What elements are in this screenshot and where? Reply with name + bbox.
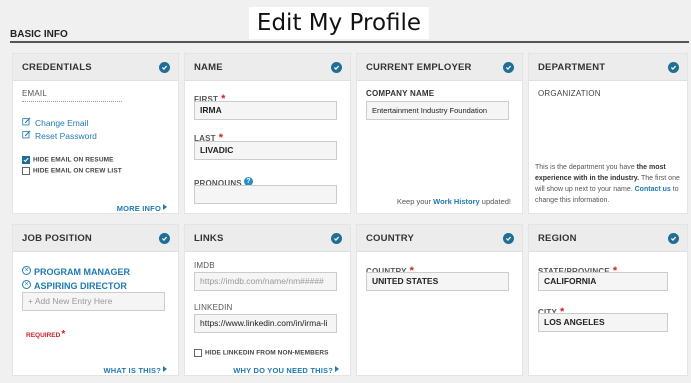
remove-icon[interactable]: × [22,280,31,290]
check-circle-icon [668,232,679,244]
city-input[interactable]: LOS ANGELES [538,313,668,332]
what-is-this-text[interactable]: WHAT IS THIS? [104,366,161,375]
region-title: REGION [538,232,577,244]
edit-icon [22,130,31,139]
imdb-label: IMDB [194,261,215,270]
region-card: REGION STATE/PROVINCE* CALIFORNIA CITY* … [528,224,688,376]
why-need-this-text[interactable]: WHY DO YOU NEED THIS? [233,366,333,375]
triangle-right-icon [163,203,167,210]
imdb-input[interactable]: https://imdb.com/name/nm##### [194,272,337,291]
work-history-prefix: Keep your [396,197,432,206]
name-card: NAME FIRST * IRMA LAST * LIVADIC PRONOUNS? [184,53,351,214]
name-title: NAME [194,61,223,73]
hide-email-crew-row[interactable]: HIDE EMAIL ON CREW LIST [22,162,122,180]
check-circle-icon [159,232,170,244]
department-card: DEPARTMENT ORGANIZATION This is the depa… [528,53,688,214]
more-info-link[interactable]: MORE INFO [117,198,167,216]
first-name-input[interactable]: IRMA [194,101,337,120]
country-title: COUNTRY [366,232,415,244]
section-header: BASIC INFO [10,28,689,43]
linkedin-input[interactable]: https://www.linkedin.com/in/irma-li [194,314,337,333]
reset-password-text[interactable]: Reset Password [35,131,97,141]
credentials-title: CREDENTIALS [22,61,92,73]
check-circle-icon [503,61,514,73]
company-name-label: COMPANY NAME [366,89,435,98]
job-item-label: ASPIRING DIRECTOR [34,281,127,291]
department-card-header: DEPARTMENT [529,54,687,81]
add-job-input[interactable]: + Add New Entry Here [22,292,165,311]
links-title: LINKS [194,232,224,244]
country-card-header: COUNTRY [357,225,522,252]
credentials-card: CREDENTIALS EMAIL Change Email Reset Pas… [12,53,179,214]
contact-us-link[interactable]: Contact us [635,186,671,193]
name-card-header: NAME [185,54,350,81]
more-info-text[interactable]: MORE INFO [117,204,161,213]
employer-card: CURRENT EMPLOYER COMPANY NAME Entertainm… [356,53,523,214]
credentials-card-header: CREDENTIALS [13,54,178,81]
required-asterisk: * [61,329,66,340]
department-title: DEPARTMENT [538,61,606,73]
why-need-this-link[interactable]: WHY DO YOU NEED THIS? [233,360,339,378]
check-circle-icon [159,61,170,73]
work-history-note: Keep your Work History updated! [397,196,511,207]
company-name-input[interactable]: Entertainment Industry Foundation [366,101,509,120]
hide-email-crew-checkbox[interactable] [22,166,30,175]
job-position-card: JOB POSITION × PROGRAM MANAGER × ASPIRING … [12,224,179,376]
employer-card-header: CURRENT EMPLOYER [357,54,522,81]
department-description: This is the department you have the most… [535,162,683,206]
remove-icon[interactable]: × [22,266,31,276]
email-value [22,99,122,102]
edit-icon [22,117,31,126]
work-history-link[interactable]: Work History [433,197,480,206]
work-history-suffix: updated! [481,197,511,206]
country-input[interactable]: UNITED STATES [366,272,509,291]
check-circle-icon [331,232,342,244]
reset-password-link[interactable]: Reset Password [22,126,97,144]
triangle-right-icon [163,365,167,372]
links-card-header: LINKS [185,225,350,252]
linkedin-label: LINKEDIN [194,303,233,312]
department-desc-prefix: This is the department you have [535,164,635,171]
required-text: REQUIRED [26,332,61,339]
check-circle-icon [503,232,514,244]
check-circle-icon [668,61,679,73]
country-card: COUNTRY COUNTRY* UNITED STATES [356,224,523,376]
employer-title: CURRENT EMPLOYER [366,61,472,73]
required-note: REQUIRED* [26,324,65,342]
hide-email-crew-label: HIDE EMAIL ON CREW LIST [33,167,122,175]
hide-linkedin-checkbox[interactable] [194,348,202,357]
pronouns-input[interactable] [194,185,337,204]
hide-linkedin-label: HIDE LINKEDIN FROM NON-MEMBERS [205,349,329,357]
job-position-title: JOB POSITION [22,232,92,244]
email-label: EMAIL [22,89,48,98]
triangle-right-icon [335,365,339,372]
region-card-header: REGION [529,225,687,252]
check-circle-icon [331,61,342,73]
organization-label: ORGANIZATION [538,89,601,98]
last-name-input[interactable]: LIVADIC [194,141,337,160]
links-card: LINKS IMDB https://imdb.com/name/nm#####… [184,224,351,376]
job-position-card-header: JOB POSITION [13,225,178,252]
state-input[interactable]: CALIFORNIA [538,272,668,291]
what-is-this-link[interactable]: WHAT IS THIS? [104,360,167,378]
